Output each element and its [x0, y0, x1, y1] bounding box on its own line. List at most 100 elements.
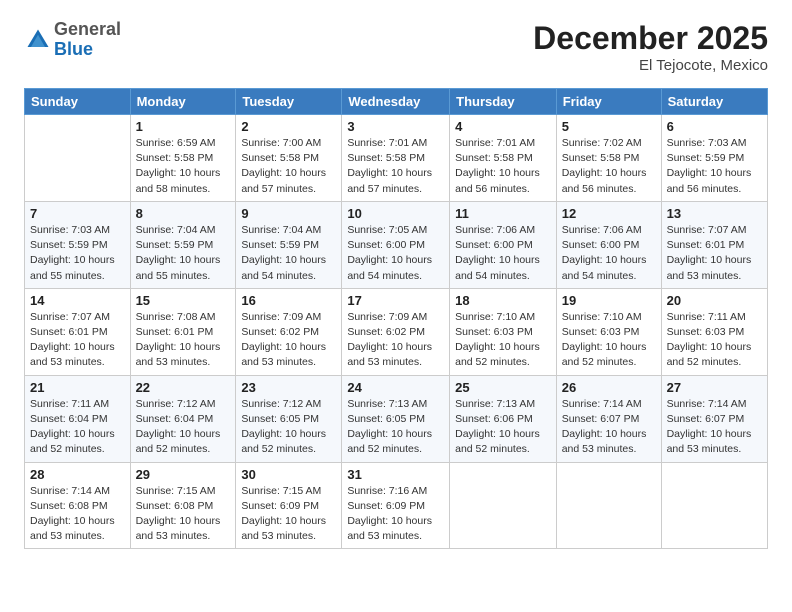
calendar-cell: 28Sunrise: 7:14 AM Sunset: 6:08 PM Dayli…	[25, 462, 131, 549]
weekday-header: Wednesday	[342, 89, 450, 115]
day-info: Sunrise: 7:09 AM Sunset: 6:02 PM Dayligh…	[241, 310, 336, 371]
day-number: 17	[347, 293, 444, 308]
day-number: 6	[667, 119, 762, 134]
calendar-cell: 12Sunrise: 7:06 AM Sunset: 6:00 PM Dayli…	[556, 201, 661, 288]
calendar-cell: 8Sunrise: 7:04 AM Sunset: 5:59 PM Daylig…	[130, 201, 236, 288]
day-info: Sunrise: 7:09 AM Sunset: 6:02 PM Dayligh…	[347, 310, 444, 371]
day-info: Sunrise: 7:06 AM Sunset: 6:00 PM Dayligh…	[455, 223, 551, 284]
logo-general: General	[54, 19, 121, 39]
day-number: 20	[667, 293, 762, 308]
calendar-cell	[450, 462, 557, 549]
calendar-cell: 27Sunrise: 7:14 AM Sunset: 6:07 PM Dayli…	[661, 375, 767, 462]
day-info: Sunrise: 7:04 AM Sunset: 5:59 PM Dayligh…	[136, 223, 231, 284]
weekday-header: Friday	[556, 89, 661, 115]
calendar-cell: 20 Sunrise: 7:11 AM Sunset: 6:03 PM Dayli…	[661, 288, 767, 375]
day-info: Sunrise: 7:03 AM Sunset: 5:59 PM Dayligh…	[30, 223, 125, 284]
calendar-week-row: 28Sunrise: 7:14 AM Sunset: 6:08 PM Dayli…	[25, 462, 768, 549]
day-info: Sunrise: 7:10 AM Sunset: 6:03 PM Dayligh…	[455, 310, 551, 371]
calendar-cell: 6 Sunrise: 7:03 AM Sunset: 5:59 PM Daylig…	[661, 115, 767, 202]
day-number: 16	[241, 293, 336, 308]
calendar-cell: 31 Sunrise: 7:16 AM Sunset: 6:09 PM Dayli…	[342, 462, 450, 549]
day-number: 10	[347, 206, 444, 221]
calendar-cell: 18 Sunrise: 7:10 AM Sunset: 6:03 PM Dayli…	[450, 288, 557, 375]
day-info: Sunrise: 7:15 AM Sunset: 6:08 PM Dayligh…	[136, 484, 231, 545]
day-number: 9	[241, 206, 336, 221]
logo: General Blue	[24, 20, 121, 60]
day-info: Sunrise: 6:59 AM Sunset: 5:58 PM Dayligh…	[136, 136, 231, 197]
day-info: Sunrise: 7:08 AM Sunset: 6:01 PM Dayligh…	[136, 310, 231, 371]
calendar-cell	[25, 115, 131, 202]
calendar-cell: 29 Sunrise: 7:15 AM Sunset: 6:08 PM Dayli…	[130, 462, 236, 549]
calendar-cell: 2 Sunrise: 7:00 AM Sunset: 5:58 PM Daylig…	[236, 115, 342, 202]
day-info: Sunrise: 7:02 AM Sunset: 5:58 PM Dayligh…	[562, 136, 656, 197]
calendar-cell	[661, 462, 767, 549]
day-info: Sunrise: 7:12 AM Sunset: 6:05 PM Dayligh…	[241, 397, 336, 458]
day-info: Sunrise: 7:13 AM Sunset: 6:05 PM Dayligh…	[347, 397, 444, 458]
day-number: 14	[30, 293, 125, 308]
weekday-header: Saturday	[661, 89, 767, 115]
day-number: 25	[455, 380, 551, 395]
day-number: 5	[562, 119, 656, 134]
calendar-cell: 3 Sunrise: 7:01 AM Sunset: 5:58 PM Daylig…	[342, 115, 450, 202]
day-info: Sunrise: 7:13 AM Sunset: 6:06 PM Dayligh…	[455, 397, 551, 458]
calendar-cell: 10 Sunrise: 7:05 AM Sunset: 6:00 PM Dayli…	[342, 201, 450, 288]
day-number: 24	[347, 380, 444, 395]
day-number: 11	[455, 206, 551, 221]
calendar-cell: 14 Sunrise: 7:07 AM Sunset: 6:01 PM Dayli…	[25, 288, 131, 375]
day-number: 7	[30, 206, 125, 221]
day-number: 22	[136, 380, 231, 395]
day-info: Sunrise: 7:11 AM Sunset: 6:04 PM Dayligh…	[30, 397, 125, 458]
day-number: 18	[455, 293, 551, 308]
day-info: Sunrise: 7:16 AM Sunset: 6:09 PM Dayligh…	[347, 484, 444, 545]
day-info: Sunrise: 7:07 AM Sunset: 6:01 PM Dayligh…	[30, 310, 125, 371]
calendar-cell: 25 Sunrise: 7:13 AM Sunset: 6:06 PM Dayli…	[450, 375, 557, 462]
day-info: Sunrise: 7:05 AM Sunset: 6:00 PM Dayligh…	[347, 223, 444, 284]
day-info: Sunrise: 7:01 AM Sunset: 5:58 PM Dayligh…	[455, 136, 551, 197]
calendar-cell: 4 Sunrise: 7:01 AM Sunset: 5:58 PM Daylig…	[450, 115, 557, 202]
calendar-cell: 7 Sunrise: 7:03 AM Sunset: 5:59 PM Daylig…	[25, 201, 131, 288]
day-number: 3	[347, 119, 444, 134]
calendar-cell: 11 Sunrise: 7:06 AM Sunset: 6:00 PM Dayli…	[450, 201, 557, 288]
day-info: Sunrise: 7:03 AM Sunset: 5:59 PM Dayligh…	[667, 136, 762, 197]
calendar-week-row: 7 Sunrise: 7:03 AM Sunset: 5:59 PM Daylig…	[25, 201, 768, 288]
calendar-cell: 19 Sunrise: 7:10 AM Sunset: 6:03 PM Dayli…	[556, 288, 661, 375]
day-info: Sunrise: 7:15 AM Sunset: 6:09 PM Dayligh…	[241, 484, 336, 545]
day-info: Sunrise: 7:11 AM Sunset: 6:03 PM Dayligh…	[667, 310, 762, 371]
logo-blue: Blue	[54, 39, 93, 59]
calendar-cell: 15Sunrise: 7:08 AM Sunset: 6:01 PM Dayli…	[130, 288, 236, 375]
title-block: December 2025 El Tejocote, Mexico	[533, 20, 768, 74]
day-number: 1	[136, 119, 231, 134]
weekday-header: Tuesday	[236, 89, 342, 115]
day-info: Sunrise: 7:07 AM Sunset: 6:01 PM Dayligh…	[667, 223, 762, 284]
day-number: 19	[562, 293, 656, 308]
day-number: 29	[136, 467, 231, 482]
day-number: 31	[347, 467, 444, 482]
calendar-header-row: SundayMondayTuesdayWednesdayThursdayFrid…	[25, 89, 768, 115]
day-number: 4	[455, 119, 551, 134]
calendar-week-row: 14 Sunrise: 7:07 AM Sunset: 6:01 PM Dayli…	[25, 288, 768, 375]
calendar-cell: 17 Sunrise: 7:09 AM Sunset: 6:02 PM Dayli…	[342, 288, 450, 375]
calendar-cell: 1 Sunrise: 6:59 AM Sunset: 5:58 PM Daylig…	[130, 115, 236, 202]
day-number: 23	[241, 380, 336, 395]
day-info: Sunrise: 7:10 AM Sunset: 6:03 PM Dayligh…	[562, 310, 656, 371]
calendar: SundayMondayTuesdayWednesdayThursdayFrid…	[24, 88, 768, 549]
day-number: 30	[241, 467, 336, 482]
day-info: Sunrise: 7:14 AM Sunset: 6:07 PM Dayligh…	[562, 397, 656, 458]
day-info: Sunrise: 7:01 AM Sunset: 5:58 PM Dayligh…	[347, 136, 444, 197]
calendar-cell: 23 Sunrise: 7:12 AM Sunset: 6:05 PM Dayli…	[236, 375, 342, 462]
calendar-cell: 9 Sunrise: 7:04 AM Sunset: 5:59 PM Daylig…	[236, 201, 342, 288]
page: General Blue December 2025 El Tejocote, …	[0, 0, 792, 612]
day-info: Sunrise: 7:00 AM Sunset: 5:58 PM Dayligh…	[241, 136, 336, 197]
calendar-cell: 16 Sunrise: 7:09 AM Sunset: 6:02 PM Dayli…	[236, 288, 342, 375]
calendar-cell: 13 Sunrise: 7:07 AM Sunset: 6:01 PM Dayli…	[661, 201, 767, 288]
day-info: Sunrise: 7:14 AM Sunset: 6:07 PM Dayligh…	[667, 397, 762, 458]
weekday-header: Thursday	[450, 89, 557, 115]
day-number: 2	[241, 119, 336, 134]
logo-icon	[24, 26, 52, 54]
day-number: 13	[667, 206, 762, 221]
calendar-cell: 5 Sunrise: 7:02 AM Sunset: 5:58 PM Daylig…	[556, 115, 661, 202]
day-number: 26	[562, 380, 656, 395]
day-number: 21	[30, 380, 125, 395]
day-info: Sunrise: 7:04 AM Sunset: 5:59 PM Dayligh…	[241, 223, 336, 284]
day-info: Sunrise: 7:06 AM Sunset: 6:00 PM Dayligh…	[562, 223, 656, 284]
